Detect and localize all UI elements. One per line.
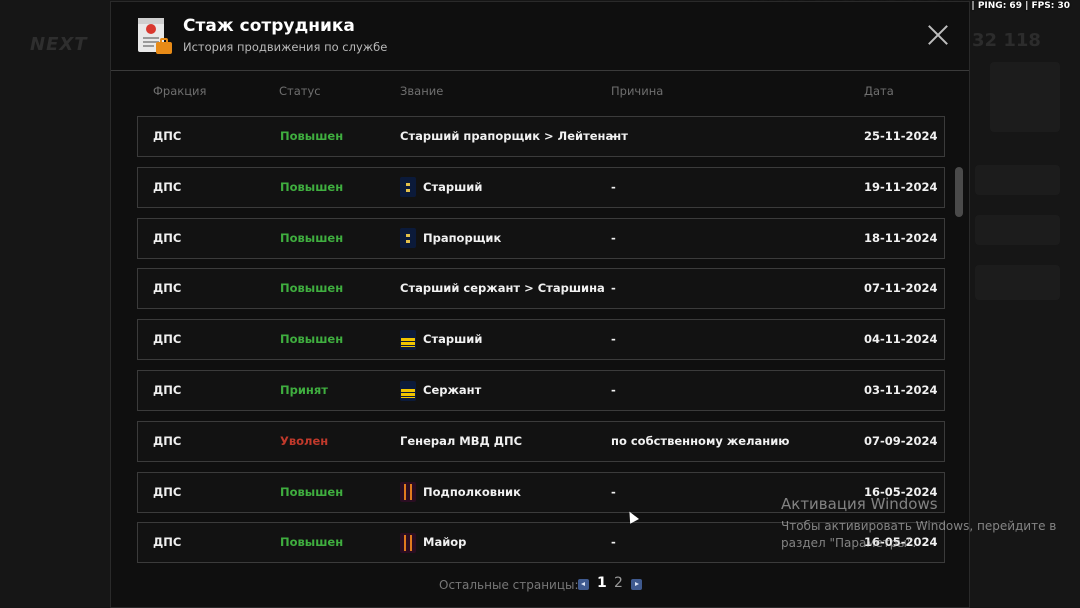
row-status: Повышен — [280, 535, 344, 550]
row-date: 04-11-2024 — [864, 332, 938, 347]
row-date: 19-11-2024 — [864, 179, 938, 194]
yellow-stripes-epaulette-icon — [400, 380, 416, 401]
row-rank-label: Сержант — [423, 383, 482, 397]
modal-title: Стаж сотрудника — [183, 16, 355, 36]
windows-activation-watermark: Активация Windows Чтобы активировать Win… — [781, 495, 1080, 552]
row-status: Повышен — [280, 484, 344, 499]
row-faction: ДПС — [153, 230, 182, 245]
table-row[interactable]: ДПС Повышен Старший - 04-11-2024 — [137, 319, 945, 361]
row-rank: Сержант — [400, 371, 481, 410]
table-row[interactable]: ДПС Принят Сержант - 03-11-2024 — [137, 370, 945, 411]
pagination-label: Остальные страницы: — [439, 578, 579, 592]
maroon-epaulette-icon — [400, 482, 416, 503]
row-faction: ДПС — [153, 281, 182, 296]
table-row[interactable]: ДПС Повышен Прапорщик - 18-11-2024 — [137, 217, 945, 259]
row-status: Повышен — [280, 179, 344, 194]
row-reason: - — [611, 179, 616, 194]
row-reason: по собственному желанию — [611, 433, 790, 448]
row-status: Повышен — [280, 230, 344, 245]
row-date: 07-11-2024 — [864, 281, 938, 296]
game-logo: NEXT — [30, 34, 88, 55]
column-header-date: Дата — [864, 84, 894, 98]
row-reason: - — [611, 281, 616, 296]
table-row[interactable]: ДПС Повышен Старший - 19-11-2024 — [137, 166, 945, 208]
row-rank-label: Генерал МВД ДПС — [400, 433, 523, 448]
row-reason: - — [611, 230, 616, 245]
row-status: Повышен — [280, 129, 344, 143]
row-faction: ДПС — [153, 383, 182, 397]
row-rank-label: Прапорщик — [423, 230, 502, 245]
modal-subtitle: История продвижения по службе — [183, 40, 388, 54]
watermark-title: Активация Windows — [781, 495, 938, 513]
close-icon[interactable] — [927, 24, 949, 46]
navy-epaulette-icon — [400, 228, 416, 249]
column-header-faction: Фракция — [153, 84, 207, 98]
page-2-link[interactable]: 2 — [614, 575, 623, 591]
row-faction: ДПС — [153, 433, 182, 448]
column-header-status: Статус — [279, 84, 321, 98]
row-date: 03-11-2024 — [864, 383, 938, 397]
row-status: Повышен — [280, 281, 344, 296]
row-reason: - — [611, 129, 616, 143]
row-rank: Генерал МВД ДПС — [400, 422, 522, 461]
background-panel — [975, 215, 1060, 245]
row-rank: Прапорщик — [400, 219, 501, 258]
row-date: 25-11-2024 — [864, 129, 938, 143]
document-with-briefcase-icon — [138, 18, 172, 54]
row-faction: ДПС — [153, 484, 182, 499]
background-stats-panel — [990, 62, 1060, 132]
row-faction: ДПС — [153, 535, 182, 550]
table-row[interactable]: ДПС Уволен Генерал МВД ДПС по собственному … — [137, 420, 945, 462]
row-rank-label: Старший — [423, 332, 483, 347]
row-faction: ДПС — [153, 129, 182, 143]
column-header-reason: Причина — [611, 84, 664, 98]
row-status: Уволен — [280, 433, 329, 448]
row-status: Повышен — [280, 332, 344, 347]
row-rank: Старший прапорщик > Лейтенант — [400, 117, 628, 156]
navy-epaulette-icon — [400, 177, 416, 198]
row-rank-label: Старший — [423, 179, 483, 194]
next-page-icon[interactable] — [631, 579, 642, 590]
row-reason: - — [611, 332, 616, 347]
row-rank-label: Подполковник — [423, 484, 521, 499]
row-rank: Майор — [400, 523, 466, 562]
row-reason: - — [611, 484, 616, 499]
row-faction: ДПС — [153, 179, 182, 194]
row-rank: Старший — [400, 168, 482, 207]
row-rank: Старший сержант > Старшина — [400, 269, 605, 308]
modal-header: Стаж сотрудника История продвижения по с… — [111, 2, 969, 71]
row-date: 07-09-2024 — [864, 433, 938, 448]
row-rank-label: Старший сержант > Старшина — [400, 281, 605, 296]
yellow-stripes-epaulette-icon — [400, 329, 416, 350]
row-faction: ДПС — [153, 332, 182, 347]
scrollbar-thumb[interactable] — [955, 167, 963, 217]
page-1-link[interactable]: 1 — [597, 575, 607, 591]
background-money: 32 118 — [972, 30, 1041, 51]
background-panel — [975, 265, 1060, 300]
row-date: 18-11-2024 — [864, 230, 938, 245]
column-header-rank: Звание — [400, 84, 444, 98]
row-rank-label: Майор — [423, 535, 467, 550]
background-panel — [975, 165, 1060, 195]
row-rank: Старший — [400, 320, 482, 359]
pagination: Остальные страницы: 1 2 — [111, 575, 969, 595]
table-header: Фракция Статус Звание Причина Дата — [137, 84, 945, 102]
row-status: Принят — [280, 383, 328, 397]
table-row[interactable]: ДПС Повышен Старший сержант > Старшина - 07-… — [137, 268, 945, 310]
row-rank-label: Старший прапорщик > Лейтенант — [400, 129, 628, 143]
watermark-text: Чтобы активировать Windows, перейдите в … — [781, 519, 1057, 550]
table-row[interactable]: ДПС Повышен Старший прапорщик > Лейтенант -… — [137, 116, 945, 157]
row-reason: - — [611, 535, 616, 550]
row-rank: Подполковник — [400, 473, 521, 512]
row-reason: - — [611, 383, 616, 397]
prev-page-icon[interactable] — [578, 579, 589, 590]
maroon-epaulette-icon — [400, 532, 416, 553]
